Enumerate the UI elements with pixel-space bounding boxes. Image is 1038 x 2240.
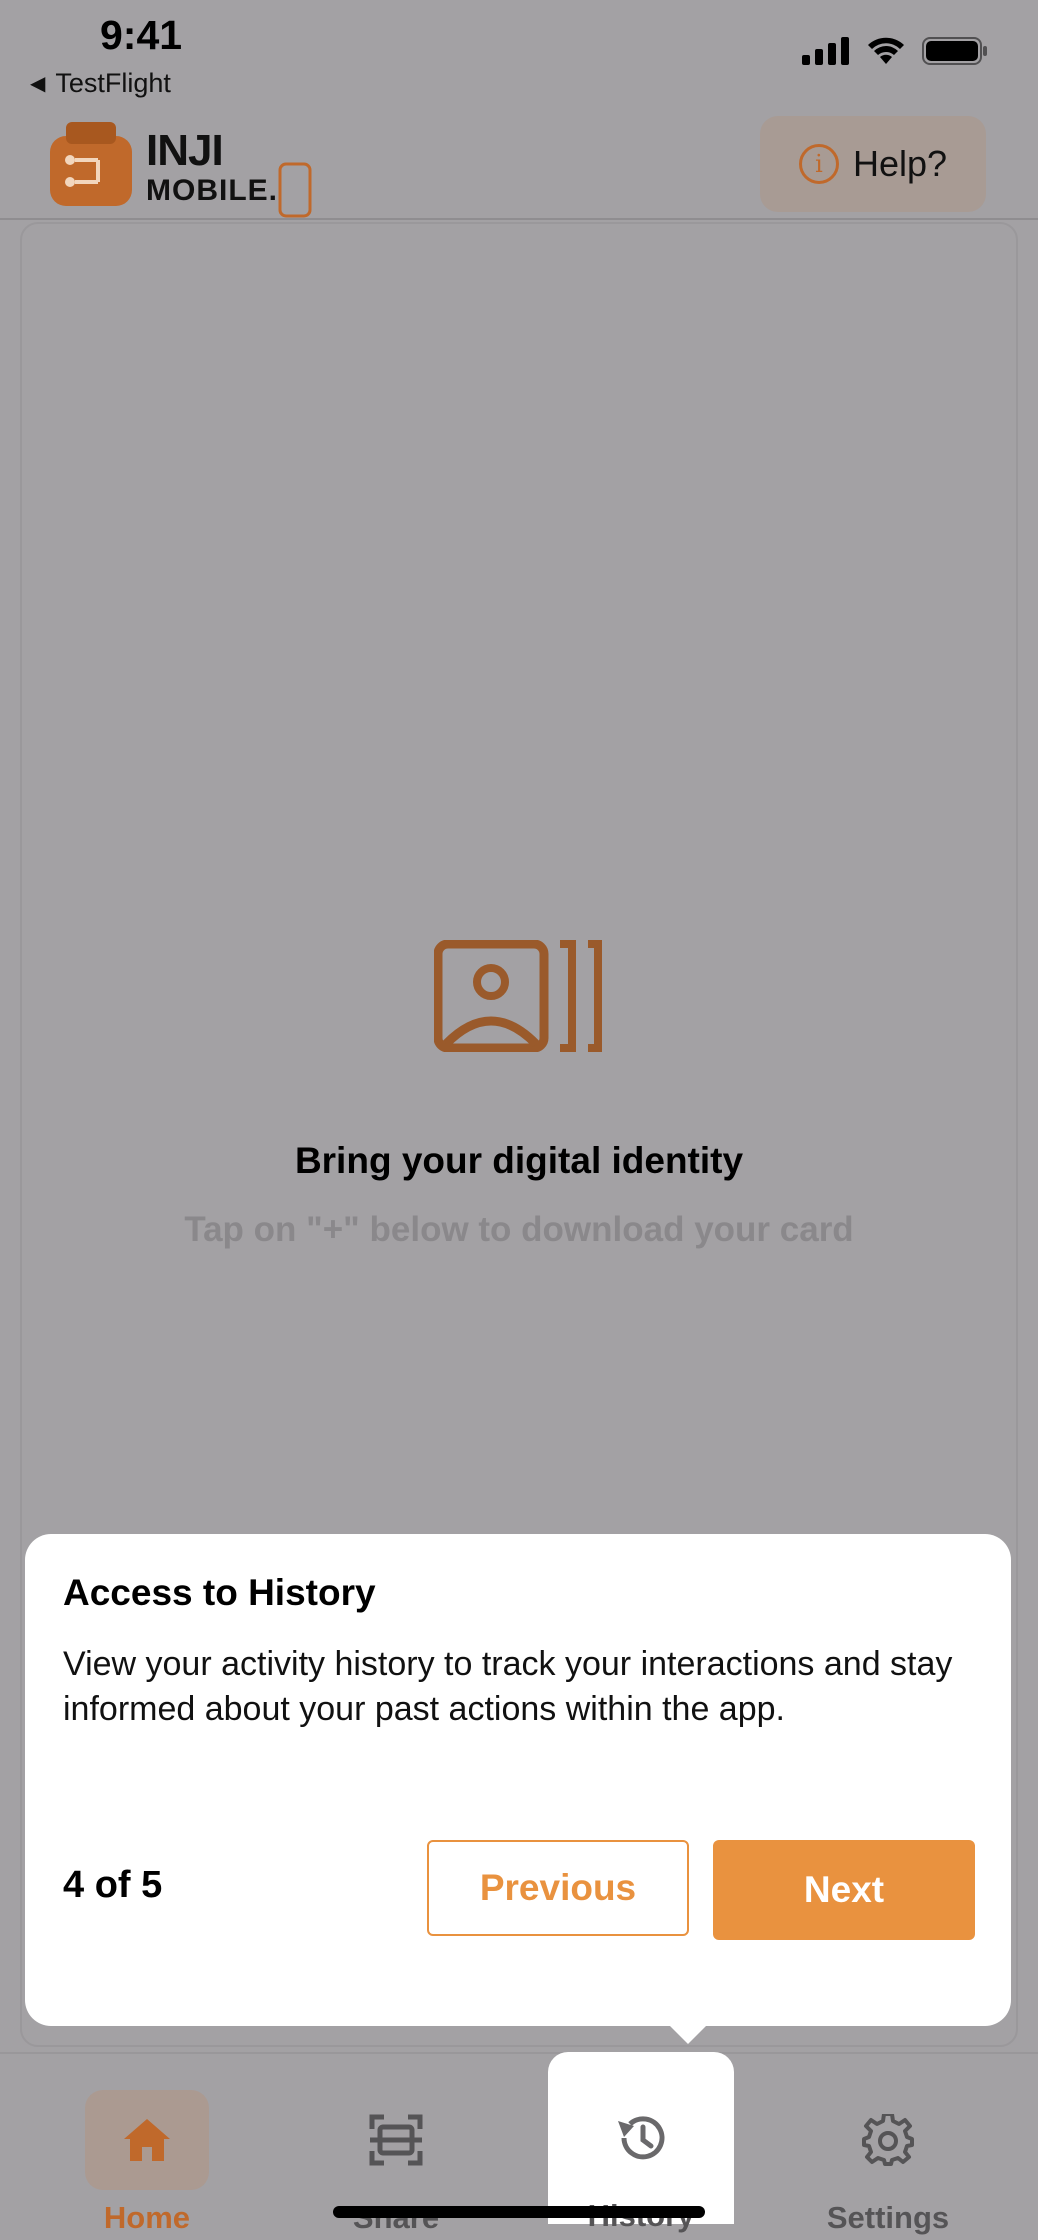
scan-icon [369, 2114, 423, 2166]
phone-outline-icon [278, 162, 312, 218]
wifi-icon [868, 37, 904, 64]
settings-tab-icon-wrap [826, 2090, 950, 2190]
status-bar: 9:41 ◀ TestFlight [0, 0, 1038, 110]
tooltip-pointer [668, 2024, 708, 2044]
tab-settings-label: Settings [826, 2200, 950, 2235]
tooltip-description: View your activity history to track your… [63, 1645, 953, 1728]
empty-state-subtitle: Tap on "+" below to download your card [184, 1210, 854, 1249]
tab-home[interactable]: Home [47, 2054, 247, 2240]
logo-text-mobile: MOBILE. [146, 174, 278, 207]
previous-button[interactable]: Previous [427, 1840, 689, 1936]
status-time: 9:41 [100, 12, 183, 58]
next-button[interactable]: Next [713, 1840, 975, 1940]
id-card-stack-icon [434, 940, 602, 1052]
cellular-signal-icon [802, 37, 849, 65]
back-app-label: TestFlight [55, 68, 171, 98]
system-icons [802, 36, 988, 66]
tooltip-step-counter: 4 of 5 [63, 1864, 163, 1906]
gear-icon [862, 2114, 914, 2166]
home-tab-highlight [85, 2090, 209, 2190]
header-divider [0, 218, 1038, 220]
onboarding-tooltip: Access to History View your activity his… [25, 1534, 1011, 2026]
home-indicator[interactable] [333, 2206, 705, 2218]
history-icon [618, 2116, 665, 2160]
empty-state-title: Bring your digital identity [294, 1140, 744, 1181]
inji-logo: INJI MOBILE. [48, 112, 318, 218]
tab-home-label: Home [103, 2200, 191, 2235]
tab-history[interactable]: History [548, 2052, 734, 2233]
help-button[interactable]: i Help? [760, 116, 986, 212]
back-to-app-link[interactable]: ◀ TestFlight [30, 68, 171, 99]
app-header: INJI MOBILE. i Help? [0, 110, 1038, 220]
back-triangle-icon: ◀ [30, 73, 46, 95]
history-tab-icon-wrap [579, 2088, 703, 2188]
tab-settings[interactable]: Settings [788, 2054, 988, 2240]
logo-text-inji: INJI [146, 126, 224, 175]
home-icon [124, 2119, 170, 2161]
wallet-logo-icon [50, 122, 132, 206]
tooltip-title: Access to History [63, 1572, 376, 1613]
help-label: Help? [852, 143, 948, 184]
info-icon: i [798, 144, 839, 184]
battery-icon [922, 37, 987, 65]
share-tab-icon-wrap [334, 2090, 458, 2190]
